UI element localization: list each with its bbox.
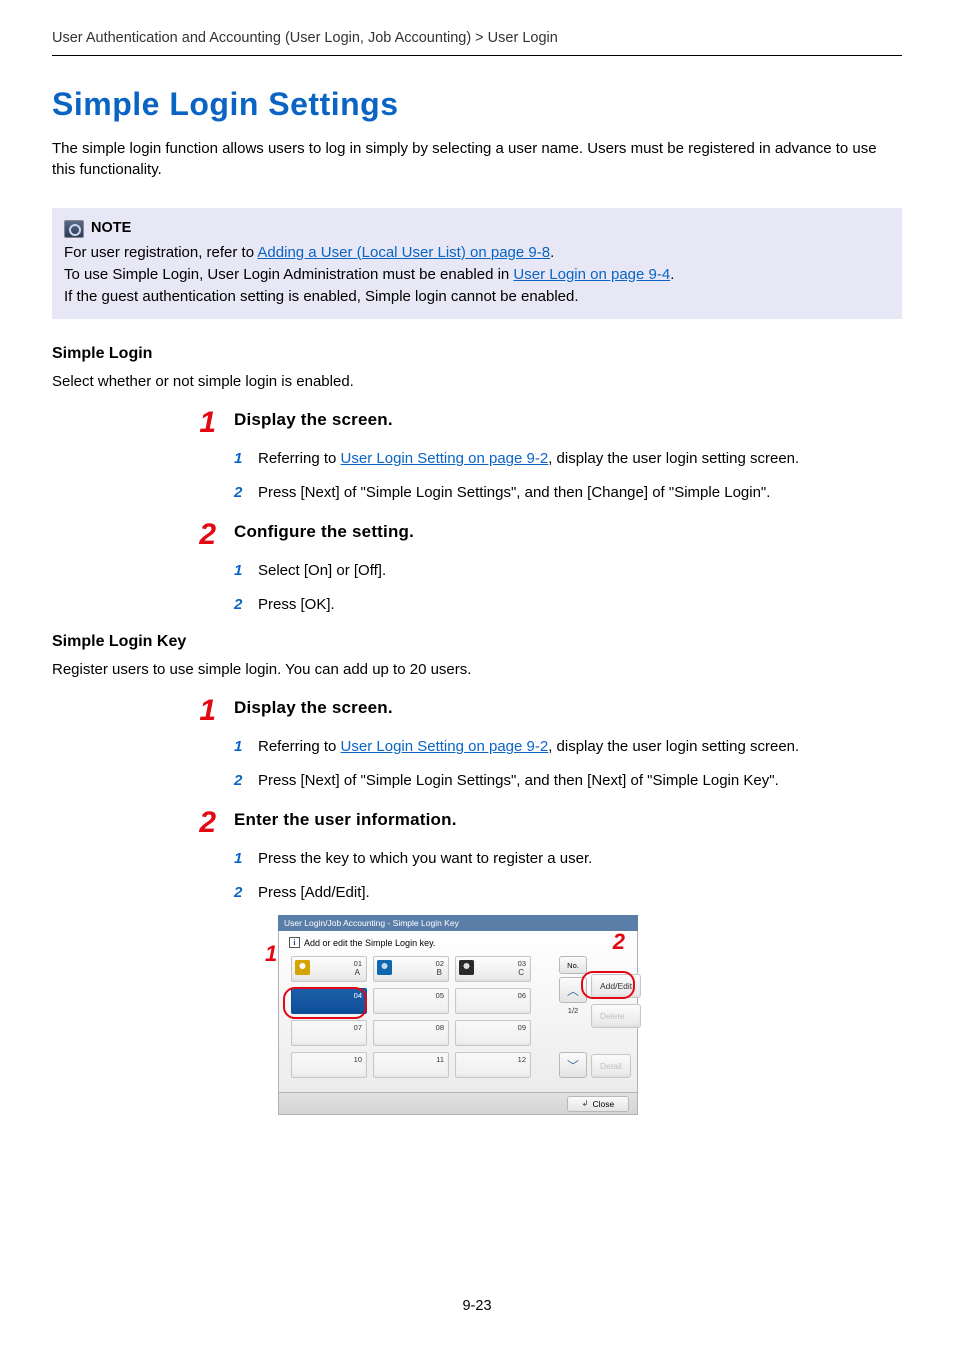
simple-login-key-panel: User Login/Job Accounting - Simple Login… (278, 915, 638, 1115)
step-title: Display the screen. (234, 410, 393, 430)
substep-text: Select [On] or [Off]. (258, 560, 386, 582)
note-line-3: If the guest authentication setting is e… (64, 286, 890, 308)
login-key-05[interactable]: 05 (373, 988, 449, 1014)
page-up-button[interactable]: ︿ (559, 977, 587, 1003)
callout-2: 2 (613, 931, 625, 953)
link-user-login-setting[interactable]: User Login Setting on page 9-2 (341, 450, 549, 467)
substep-text: Referring to User Login Setting on page … (258, 448, 799, 470)
info-icon: i (289, 937, 300, 948)
substep-text: Press [Next] of "Simple Login Settings",… (258, 770, 779, 792)
login-key-06[interactable]: 06 (455, 988, 531, 1014)
substep-number: 2 (234, 770, 248, 792)
avatar-icon (459, 960, 474, 975)
substep-number: 2 (234, 482, 248, 504)
intro-text: The simple login function allows users t… (52, 138, 902, 180)
link-user-login[interactable]: User Login on page 9-4 (513, 266, 670, 283)
step-title: Display the screen. (234, 698, 393, 718)
step-number: 1 (190, 408, 216, 438)
login-key-10[interactable]: 10 (291, 1052, 367, 1078)
close-button[interactable]: ↲ Close (567, 1096, 629, 1112)
substep-text: Press [Next] of "Simple Login Settings",… (258, 482, 770, 504)
step-title: Configure the setting. (234, 522, 414, 542)
substep-number: 1 (234, 848, 248, 870)
note-label: NOTE (91, 218, 131, 239)
login-key-01[interactable]: 01 A (291, 956, 367, 982)
login-key-09[interactable]: 09 (455, 1020, 531, 1046)
login-key-08[interactable]: 08 (373, 1020, 449, 1046)
simple-login-heading: Simple Login (52, 345, 902, 363)
substep-number: 2 (234, 882, 248, 904)
add-edit-button[interactable]: Add/Edit (591, 974, 641, 998)
simple-login-key-heading: Simple Login Key (52, 633, 902, 651)
login-key-03[interactable]: 03 C (455, 956, 531, 982)
enter-icon: ↲ (582, 1099, 589, 1108)
login-key-07[interactable]: 07 (291, 1020, 367, 1046)
link-user-login-setting[interactable]: User Login Setting on page 9-2 (341, 738, 549, 755)
substep-number: 1 (234, 736, 248, 758)
step-number: 2 (190, 520, 216, 550)
simple-login-desc: Select whether or not simple login is en… (52, 373, 902, 390)
note-line-2: To use Simple Login, User Login Administ… (64, 264, 890, 286)
simple-login-key-desc: Register users to use simple login. You … (52, 661, 902, 678)
page-indicator: 1/2 (559, 1006, 587, 1015)
substep-text: Press the key to which you want to regis… (258, 848, 592, 870)
no-button[interactable]: No. (559, 956, 587, 974)
avatar-icon (295, 960, 310, 975)
substep-text: Referring to User Login Setting on page … (258, 736, 799, 758)
panel-hint: Add or edit the Simple Login key. (304, 938, 435, 948)
page-number: 9-23 (0, 1298, 954, 1314)
callout-1: 1 (265, 943, 277, 965)
delete-button[interactable]: Delete (591, 1004, 641, 1028)
login-key-11[interactable]: 11 (373, 1052, 449, 1078)
substep-number: 1 (234, 448, 248, 470)
link-adding-user[interactable]: Adding a User (Local User List) on page … (257, 244, 550, 261)
substep-number: 1 (234, 560, 248, 582)
page-down-button[interactable]: ﹀ (559, 1052, 587, 1078)
detail-button[interactable]: Detail (591, 1054, 631, 1078)
note-line-1: For user registration, refer to Adding a… (64, 242, 890, 264)
step-number: 1 (190, 696, 216, 726)
panel-title: User Login/Job Accounting - Simple Login… (278, 915, 638, 931)
breadcrumb: User Authentication and Accounting (User… (52, 30, 902, 56)
step-number: 2 (190, 808, 216, 838)
login-key-02[interactable]: 02 B (373, 956, 449, 982)
substep-text: Press [OK]. (258, 594, 335, 616)
note-box: NOTE For user registration, refer to Add… (52, 208, 902, 319)
note-icon (64, 220, 84, 238)
substep-number: 2 (234, 594, 248, 616)
login-key-12[interactable]: 12 (455, 1052, 531, 1078)
login-key-04[interactable]: 04 (291, 988, 367, 1014)
page-title: Simple Login Settings (52, 86, 902, 123)
substep-text: Press [Add/Edit]. (258, 882, 370, 904)
avatar-icon (377, 960, 392, 975)
step-title: Enter the user information. (234, 810, 457, 830)
